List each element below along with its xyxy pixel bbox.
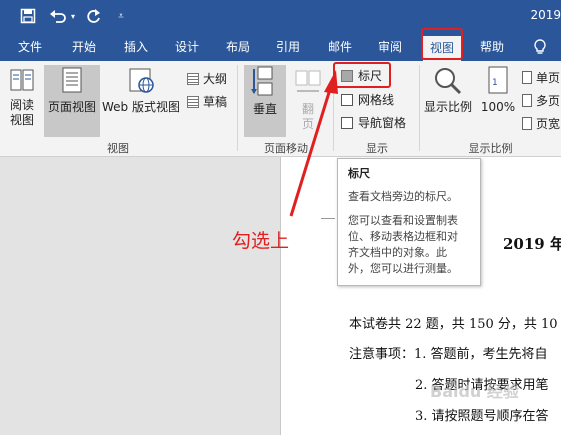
red-arrow — [289, 70, 338, 217]
annotation-text: 勾选上 — [232, 230, 290, 252]
watermark: Baidu 经验 — [430, 382, 519, 401]
